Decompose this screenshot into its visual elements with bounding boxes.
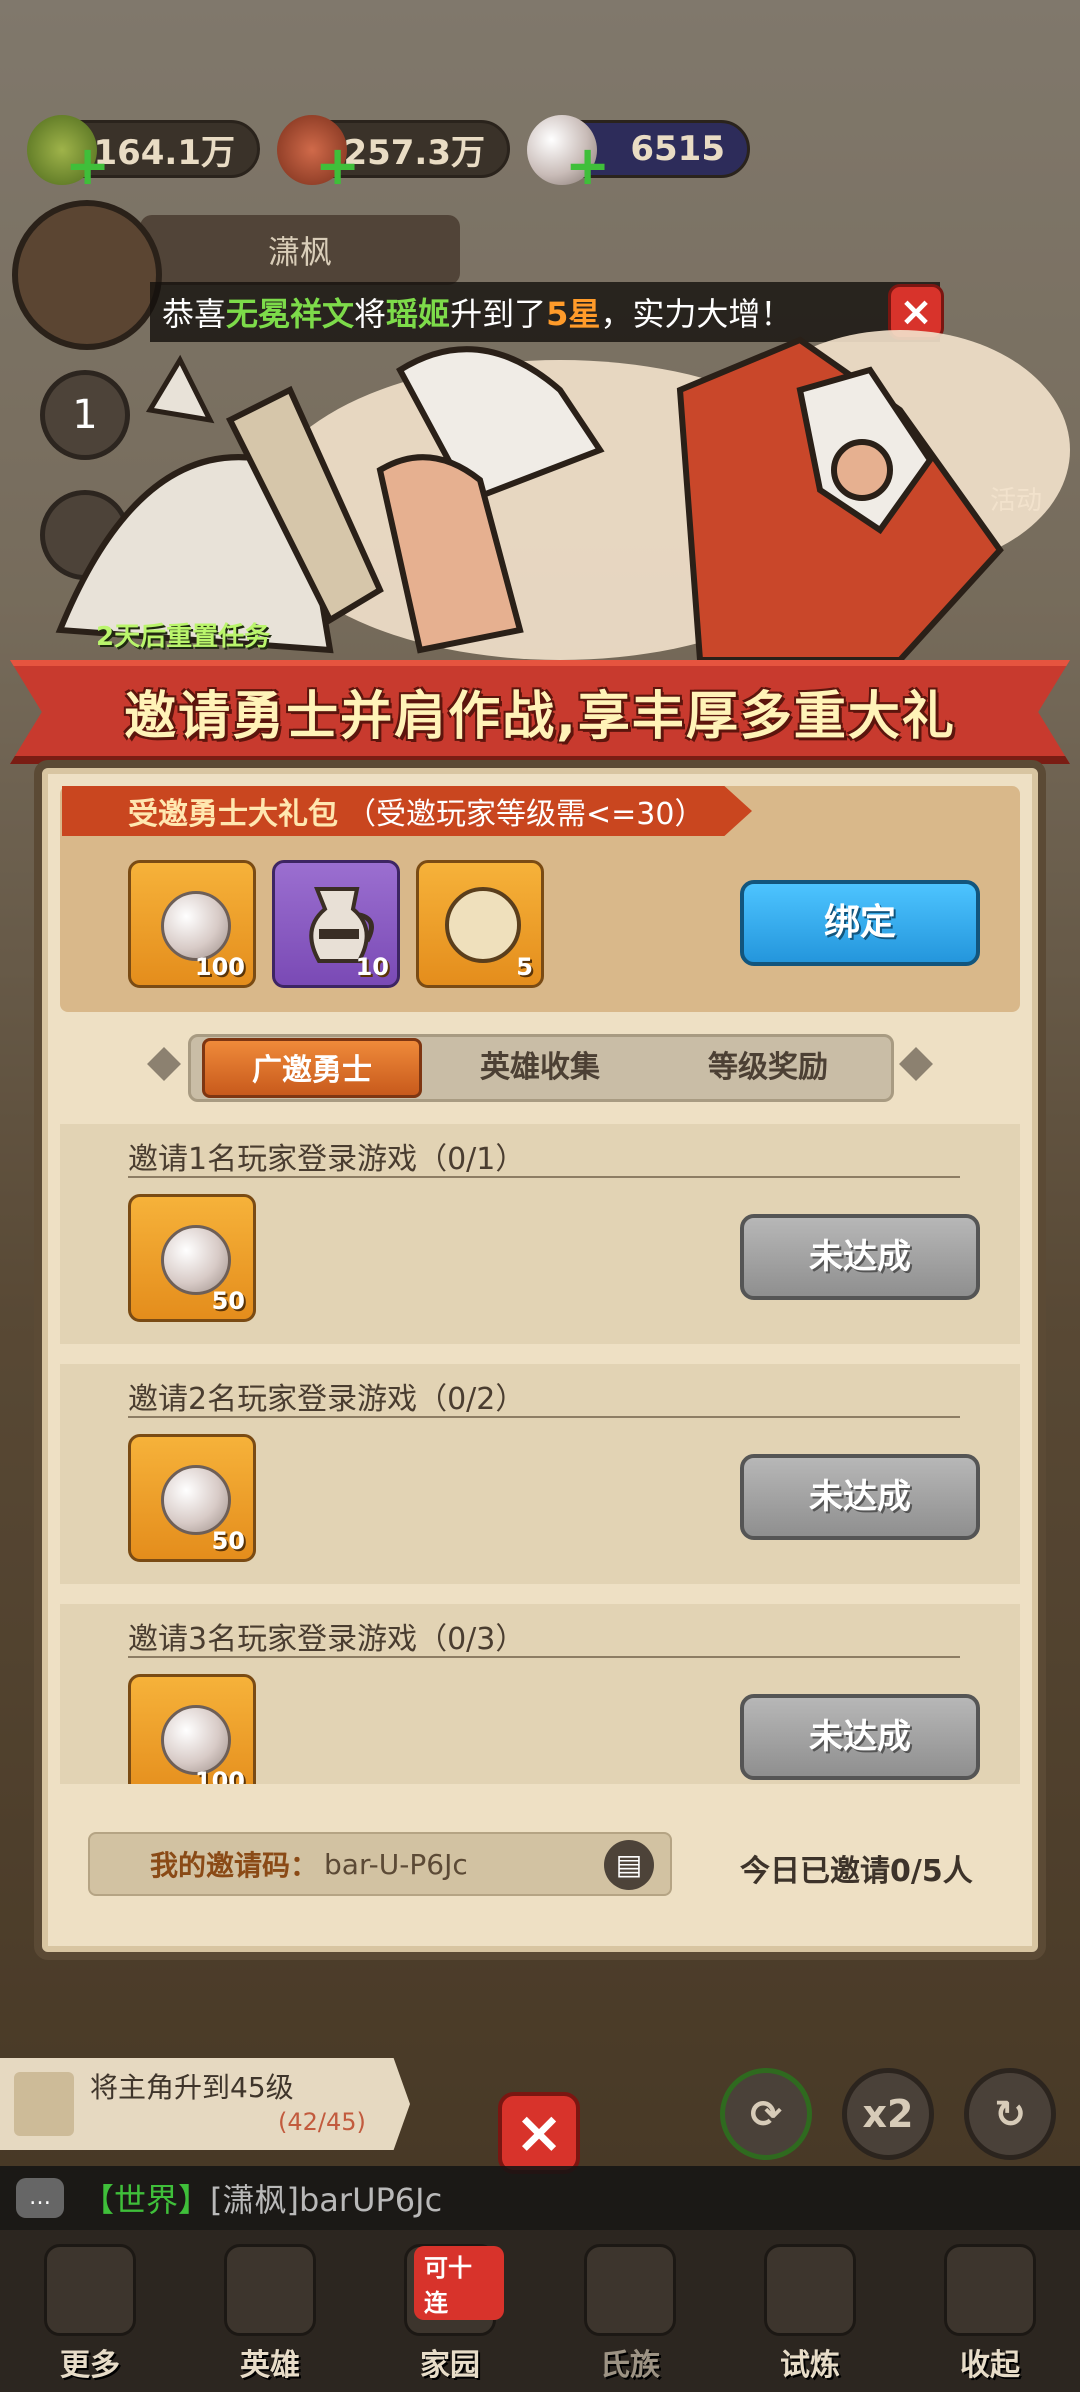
auto-battle-icon[interactable]: ⟳ [720, 2068, 812, 2160]
close-panel-button[interactable]: × [498, 2092, 580, 2174]
more-icon [44, 2244, 136, 2336]
nav-clan[interactable]: 氏族 [540, 2230, 720, 2392]
avatar[interactable] [12, 200, 162, 350]
scroll-icon [14, 2072, 74, 2136]
not-achieved-button[interactable]: 未达成 [740, 1214, 980, 1300]
today-invite-count: 今日已邀请0/5人 [740, 1854, 973, 1889]
nav-hero[interactable]: 英雄 [180, 2230, 360, 2392]
pearl-value: 6515 [630, 129, 725, 169]
nav-trial[interactable]: 试炼 [720, 2230, 900, 2392]
bind-button[interactable]: 绑定 [740, 880, 980, 966]
chat-icon[interactable]: … [16, 2178, 64, 2218]
hero-icon [224, 2244, 316, 2336]
meat-value: 257.3万 [343, 132, 485, 173]
not-achieved-button[interactable]: 未达成 [740, 1694, 980, 1780]
feather-resource[interactable]: + 164.1万 [27, 115, 260, 193]
task-row: 邀请3名玩家登录游戏（0/3） 100 未达成 [60, 1604, 1020, 1784]
task-list[interactable]: 邀请1名玩家登录游戏（0/1） 50 未达成 邀请2名玩家登录游戏（0/2） 5… [60, 1124, 1020, 1784]
reward-item-pearl[interactable]: 50 [128, 1434, 256, 1562]
task-row: 邀请1名玩家登录游戏（0/1） 50 未达成 [60, 1124, 1020, 1344]
reward-item-scroll[interactable]: 5 [416, 860, 544, 988]
chat-bar[interactable]: … 【世界】 [潇枫]barUP6Jc [0, 2166, 1080, 2230]
scroll-icon [445, 887, 521, 963]
pearl-icon [161, 1705, 231, 1775]
add-icon[interactable]: + [565, 139, 610, 193]
reward-item-jug[interactable]: 10 [272, 860, 400, 988]
tab-level-rewards[interactable]: 等级奖励 [658, 1038, 878, 1098]
gift-pack-title: 受邀勇士大礼包 （受邀玩家等级需<=30） [62, 786, 752, 836]
axe-icon [764, 2244, 856, 2336]
task-row: 邀请2名玩家登录游戏（0/2） 50 未达成 [60, 1364, 1020, 1584]
tab-hero-collection[interactable]: 英雄收集 [430, 1038, 650, 1098]
chevron-down-icon [944, 2244, 1036, 2336]
invite-banner: 邀请勇士并肩作战,享丰厚多重大礼 [10, 660, 1070, 764]
add-icon[interactable]: + [315, 139, 360, 193]
refresh-icon[interactable]: ↻ [964, 2068, 1056, 2160]
feather-value: 164.1万 [93, 132, 235, 173]
invite-code: bar-U-P6Jc [324, 1847, 468, 1881]
reward-item-pearl[interactable]: 50 [128, 1194, 256, 1322]
speed-button[interactable]: x2 [842, 2068, 934, 2160]
pearl-icon [161, 1225, 231, 1295]
bottom-nav: 更多 英雄 可十连 家园 氏族 试炼 收起 [0, 2230, 1080, 2392]
pearl-resource[interactable]: + 6515 [527, 115, 750, 193]
nav-collapse[interactable]: 收起 [900, 2230, 1080, 2392]
reward-item-pearl[interactable]: 100 [128, 860, 256, 988]
add-icon[interactable]: + [65, 139, 110, 193]
divider [128, 1416, 960, 1418]
divider [128, 1176, 960, 1178]
player-name-plate: 潇枫 [140, 215, 460, 285]
meat-resource[interactable]: + 257.3万 [277, 115, 510, 193]
pearl-icon [161, 891, 231, 961]
lock-icon [584, 2244, 676, 2336]
nav-home[interactable]: 可十连 家园 [360, 2230, 540, 2392]
reset-notice: 2天后重置任务 [96, 622, 271, 652]
nav-more[interactable]: 更多 [0, 2230, 180, 2392]
pearl-icon [161, 1465, 231, 1535]
ten-pull-badge: 可十连 [414, 2246, 504, 2320]
not-achieved-button[interactable]: 未达成 [740, 1454, 980, 1540]
invite-code-box: 我的邀请码： bar-U-P6Jc [88, 1832, 672, 1896]
copy-icon[interactable]: ▤ [604, 1840, 654, 1890]
tab-invite-warriors[interactable]: 广邀勇士 [202, 1038, 422, 1098]
divider [128, 1656, 960, 1658]
quest-tracker[interactable]: 将主角升到45级 (42/45) [0, 2058, 410, 2150]
reward-item-pearl[interactable]: 100 [128, 1674, 256, 1784]
